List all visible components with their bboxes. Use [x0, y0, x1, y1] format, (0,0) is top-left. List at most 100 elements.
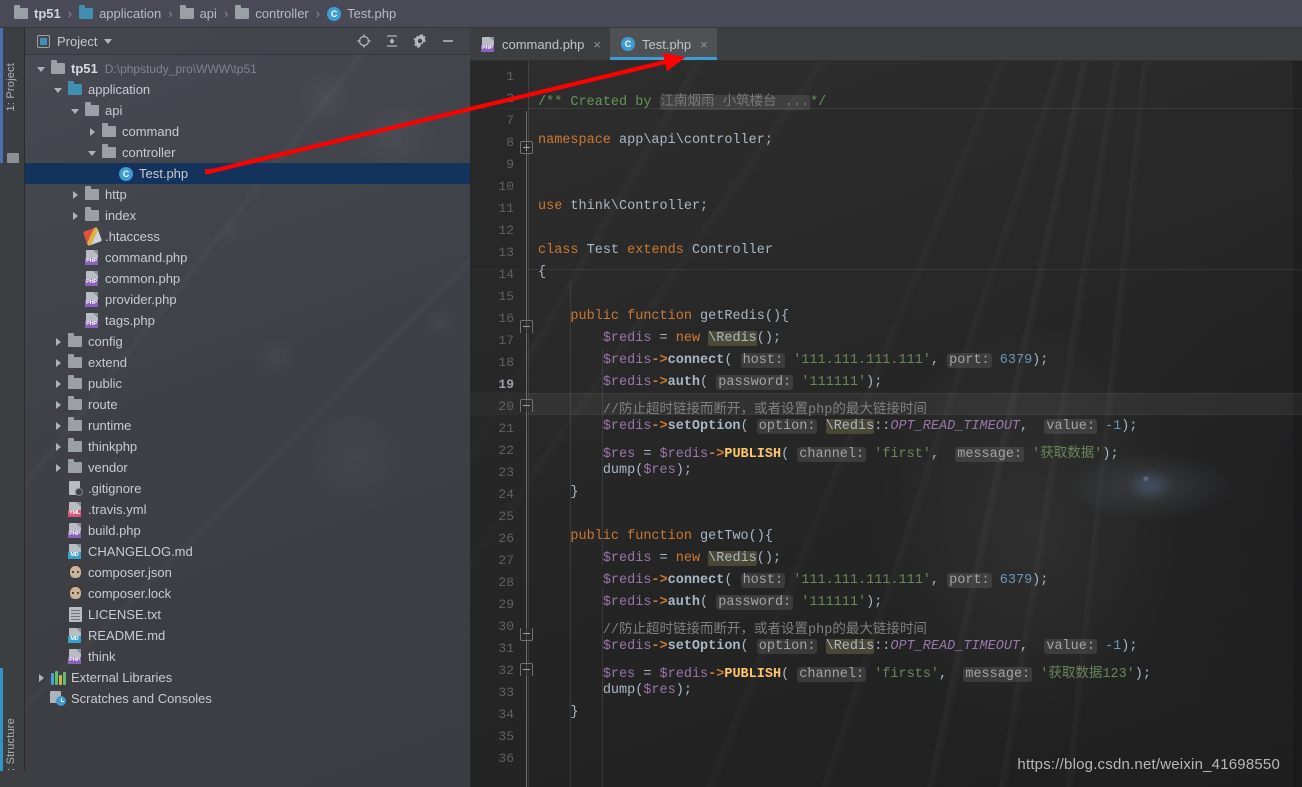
folder-icon — [85, 186, 99, 200]
tree-item-scratches-and-consoles[interactable]: Scratches and Consoles — [25, 688, 470, 709]
ide-window: tp51 › application › api › controller › … — [0, 0, 1302, 787]
project-panel-header: Project — [25, 28, 470, 55]
tree-item-label: route — [88, 397, 118, 412]
tree-item-tp51[interactable]: tp51 D:\phpstudy_pro\WWW\tp51 — [25, 58, 470, 79]
folded-comment[interactable]: 江南烟雨 小筑楼台 ... — [659, 95, 811, 110]
line-number: 29 — [498, 597, 514, 612]
twisty-placeholder — [35, 692, 48, 705]
chevron-right-icon[interactable] — [52, 440, 65, 453]
php-file-icon: PHP — [68, 523, 82, 538]
tree-item-index[interactable]: index — [25, 205, 470, 226]
tree-item-config[interactable]: config — [25, 331, 470, 352]
tree-item-label: provider.php — [105, 292, 177, 307]
code-content[interactable]: /** Created by 江南烟雨 小筑楼台 ...*/ namespace … — [529, 61, 1302, 787]
close-icon[interactable]: × — [593, 37, 601, 52]
project-file-tree[interactable]: tp51 D:\phpstudy_pro\WWW\tp51 application a… — [25, 55, 470, 709]
chevron-right-icon[interactable] — [86, 125, 99, 138]
tree-item-runtime[interactable]: runtime — [25, 415, 470, 436]
chevron-down-icon[interactable] — [86, 146, 99, 159]
folder-icon — [68, 354, 82, 368]
chevron-right-icon[interactable] — [52, 377, 65, 390]
tree-item-controller[interactable]: controller — [25, 142, 470, 163]
chevron-down-icon[interactable] — [69, 104, 82, 117]
chevron-down-icon[interactable] — [35, 62, 48, 75]
tree-item-composer-lock[interactable]: composer.lock — [25, 583, 470, 604]
folder-icon — [102, 144, 116, 158]
chevron-right-icon[interactable] — [69, 209, 82, 222]
tree-item-test-php[interactable]: C Test.php — [25, 163, 470, 184]
breadcrumb-item-api[interactable]: api — [179, 5, 217, 21]
sidebar-item-structure[interactable]: 7: Structure — [5, 718, 17, 777]
line-number-gutter[interactable]: 1 2 7 8 9 10 11 12 13 14 15 16 17 18 19 20 21 22 23 24 25 26 2… — [470, 61, 528, 787]
breadcrumb-item-tp51[interactable]: tp51 — [14, 5, 61, 21]
twisty-placeholder — [103, 167, 116, 180]
chevron-down-icon[interactable] — [104, 38, 113, 44]
md-file-icon: MD — [68, 544, 82, 559]
tree-item-provider-php[interactable]: PHP provider.php — [25, 289, 470, 310]
tree-item-changelog-md[interactable]: MD CHANGELOG.md — [25, 541, 470, 562]
chevron-right-icon[interactable] — [69, 188, 82, 201]
folder-icon — [51, 60, 65, 74]
code-editor[interactable]: 1 2 7 8 9 10 11 12 13 14 15 16 17 18 19 20 21 22 23 24 25 26 2… — [470, 61, 1302, 787]
folder-icon — [235, 5, 250, 19]
tree-item-htaccess[interactable]: .htaccess — [25, 226, 470, 247]
param-hint: message: — [955, 447, 1025, 462]
breadcrumb-separator: › — [67, 6, 73, 21]
tree-item-label: tags.php — [105, 313, 155, 328]
locate-icon[interactable] — [356, 33, 372, 49]
tree-item-build-php[interactable]: PHP build.php — [25, 520, 470, 541]
tree-item-thinkphp[interactable]: thinkphp — [25, 436, 470, 457]
twisty-placeholder — [69, 293, 82, 306]
gear-icon[interactable] — [412, 33, 428, 49]
line-number: 8 — [506, 135, 514, 150]
chevron-right-icon[interactable] — [52, 335, 65, 348]
project-title-group[interactable]: Project — [37, 34, 113, 49]
breadcrumb-item-controller[interactable]: controller — [235, 5, 309, 21]
tree-item-common-php[interactable]: PHP common.php — [25, 268, 470, 289]
chevron-right-icon[interactable] — [52, 356, 65, 369]
php-class-icon: C — [620, 37, 635, 51]
tree-item-composer-json[interactable]: composer.json — [25, 562, 470, 583]
tree-item-external-libraries[interactable]: External Libraries — [25, 667, 470, 688]
rail-accent-bottom — [0, 668, 3, 787]
composer-icon — [68, 586, 83, 601]
tab-command-php[interactable]: PHP command.php × — [470, 28, 610, 60]
chevron-right-icon[interactable] — [52, 461, 65, 474]
fold-rail — [526, 111, 527, 787]
tree-item-application[interactable]: application — [25, 79, 470, 100]
breadcrumb-item-application[interactable]: application — [79, 5, 161, 21]
tab-label: command.php — [502, 36, 585, 52]
tree-item-tags-php[interactable]: PHP tags.php — [25, 310, 470, 331]
tree-item-gitignore[interactable]: .gitignore — [25, 478, 470, 499]
tab-test-php[interactable]: C Test.php × — [609, 28, 717, 60]
param-hint: value: — [1044, 639, 1097, 654]
close-icon[interactable]: × — [700, 37, 708, 52]
chevron-right-icon[interactable] — [52, 398, 65, 411]
collapse-all-icon[interactable] — [384, 33, 400, 49]
chevron-down-icon[interactable] — [52, 83, 65, 96]
vertical-scrollbar[interactable] — [1293, 61, 1302, 787]
tree-item-command[interactable]: command — [25, 121, 470, 142]
tree-item-license-txt[interactable]: LICENSE.txt — [25, 604, 470, 625]
param-hint: option: — [756, 419, 818, 434]
breadcrumb-item-testphp[interactable]: C Test.php — [327, 6, 396, 21]
tree-item-http[interactable]: http — [25, 184, 470, 205]
tree-item-command-php[interactable]: PHP command.php — [25, 247, 470, 268]
tree-item-public[interactable]: public — [25, 373, 470, 394]
tree-item-think[interactable]: PHP think — [25, 646, 470, 667]
chevron-right-icon[interactable] — [35, 671, 48, 684]
line-number: 34 — [498, 707, 514, 722]
tree-item-travis-yml[interactable]: YML .travis.yml — [25, 499, 470, 520]
tree-item-api[interactable]: api — [25, 100, 470, 121]
sidebar-item-project[interactable]: 1: Project — [5, 63, 17, 111]
tree-item-label: api — [105, 103, 123, 118]
tree-item-extend[interactable]: extend — [25, 352, 470, 373]
chevron-right-icon[interactable] — [52, 419, 65, 432]
param-hint: channel: — [797, 447, 867, 462]
tree-item-readme-md[interactable]: MD README.md — [25, 625, 470, 646]
tree-item-label: extend — [88, 355, 128, 370]
hide-panel-icon[interactable] — [440, 33, 456, 49]
project-tool-window: Project tp51 D:\phpstudy_pro\WWW\tp51 ap… — [25, 28, 470, 787]
tree-item-vendor[interactable]: vendor — [25, 457, 470, 478]
tree-item-route[interactable]: route — [25, 394, 470, 415]
